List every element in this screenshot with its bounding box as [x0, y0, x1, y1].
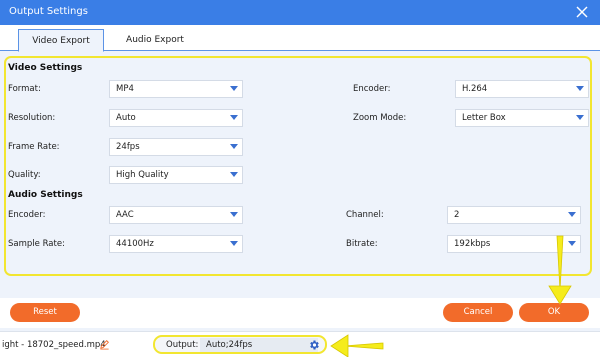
chevron-down-icon	[230, 115, 238, 120]
resolution-value: Auto	[116, 113, 136, 123]
gear-icon[interactable]	[308, 339, 320, 351]
sample-rate-select[interactable]: 44100Hz	[109, 235, 243, 253]
window-title: Output Settings	[9, 6, 88, 17]
status-bar: ight - 18702_speed.mp4 Output: Auto;24fp…	[0, 331, 600, 357]
cancel-button[interactable]: Cancel	[443, 303, 513, 322]
resolution-label: Resolution:	[8, 113, 56, 123]
chevron-down-icon	[230, 241, 238, 246]
output-value: Auto;24fps	[200, 338, 318, 352]
quality-label: Quality:	[8, 170, 41, 180]
output-summary: Output: Auto;24fps	[153, 335, 327, 354]
output-settings-dialog: Output Settings Video Export Audio Expor…	[0, 0, 600, 357]
bitrate-value: 192kbps	[454, 239, 491, 249]
channel-value: 2	[454, 210, 460, 220]
output-label: Output:	[166, 340, 199, 350]
audio-encoder-select[interactable]: AAC	[109, 206, 243, 224]
pencil-icon[interactable]	[99, 339, 110, 350]
frame-rate-select[interactable]: 24fps	[109, 138, 243, 156]
tab-audio-export[interactable]: Audio Export	[120, 29, 190, 51]
chevron-down-icon	[568, 241, 576, 246]
video-encoder-value: H.264	[462, 84, 488, 94]
settings-panel: Video Settings Format: MP4 Encoder: H.26…	[0, 52, 600, 280]
chevron-down-icon	[576, 86, 584, 91]
audio-encoder-value: AAC	[116, 210, 134, 220]
audio-encoder-label: Encoder:	[8, 210, 46, 220]
close-icon[interactable]	[574, 4, 590, 20]
sample-rate-value: 44100Hz	[116, 239, 154, 249]
zoom-mode-label: Zoom Mode:	[353, 113, 407, 123]
sample-rate-label: Sample Rate:	[8, 239, 65, 249]
zoom-mode-value: Letter Box	[462, 113, 506, 123]
video-settings-heading: Video Settings	[8, 63, 83, 73]
tab-video-export[interactable]: Video Export	[18, 29, 104, 52]
bitrate-label: Bitrate:	[346, 239, 378, 249]
chevron-down-icon	[230, 86, 238, 91]
frame-rate-value: 24fps	[116, 142, 140, 152]
title-bar: Output Settings	[0, 0, 600, 25]
chevron-down-icon	[568, 212, 576, 217]
format-label: Format:	[8, 84, 41, 94]
video-encoder-select[interactable]: H.264	[455, 80, 589, 98]
audio-settings-heading: Audio Settings	[8, 190, 83, 200]
channel-select[interactable]: 2	[447, 206, 581, 224]
format-value: MP4	[116, 84, 134, 94]
file-name: ight - 18702_speed.mp4	[2, 340, 106, 350]
chevron-down-icon	[230, 172, 238, 177]
format-select[interactable]: MP4	[109, 80, 243, 98]
frame-rate-label: Frame Rate:	[8, 142, 60, 152]
chevron-down-icon	[576, 115, 584, 120]
reset-button[interactable]: Reset	[10, 303, 80, 322]
quality-value: High Quality	[116, 170, 169, 180]
bitrate-select[interactable]: 192kbps	[447, 235, 581, 253]
chevron-down-icon	[230, 212, 238, 217]
channel-label: Channel:	[346, 210, 384, 220]
tab-strip: Video Export Audio Export	[0, 25, 600, 52]
zoom-mode-select[interactable]: Letter Box	[455, 109, 589, 127]
quality-select[interactable]: High Quality	[109, 166, 243, 184]
video-encoder-label: Encoder:	[353, 84, 391, 94]
resolution-select[interactable]: Auto	[109, 109, 243, 127]
ok-button[interactable]: OK	[519, 303, 589, 322]
chevron-down-icon	[230, 144, 238, 149]
button-row: Reset Cancel OK	[0, 298, 600, 328]
